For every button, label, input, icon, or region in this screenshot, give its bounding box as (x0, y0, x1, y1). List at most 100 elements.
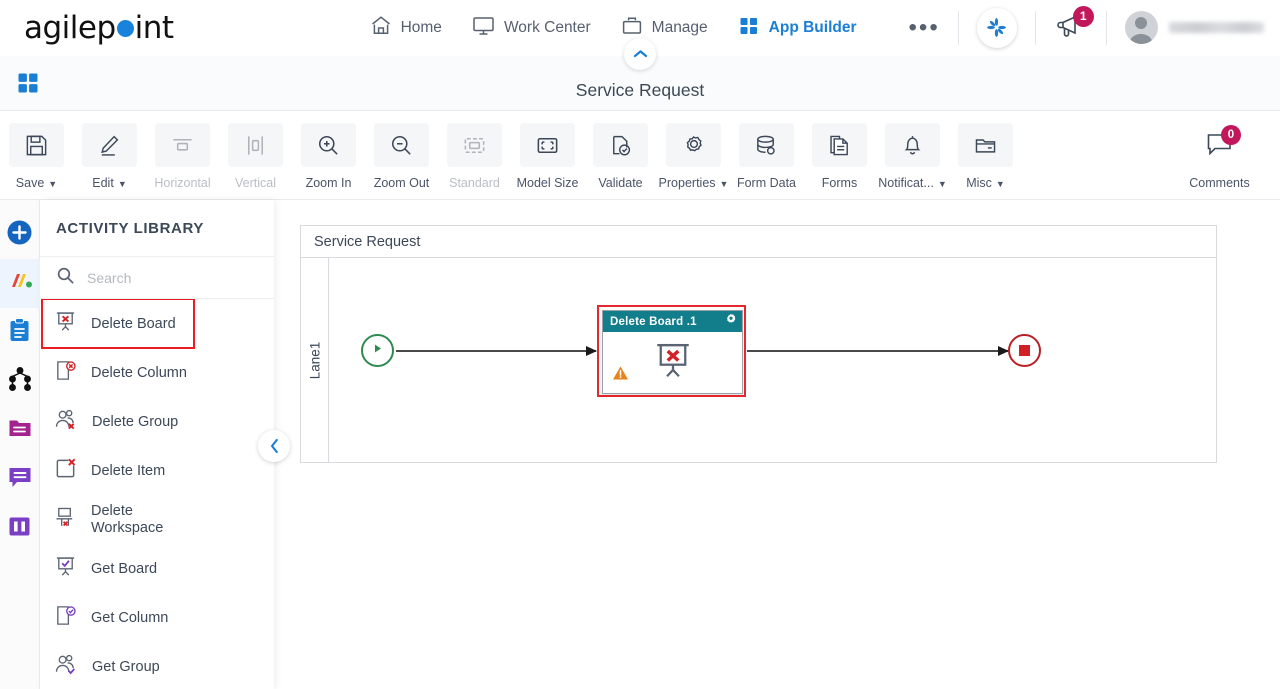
nav-label-manage: Manage (651, 18, 708, 36)
notifications-button[interactable]: 1 (1054, 5, 1094, 46)
toolbar-misc-button[interactable]: Misc ▼ (949, 119, 1022, 190)
rail-item-folder[interactable] (0, 406, 40, 455)
process-canvas[interactable]: Service Request Lane1 Delete Board .1 (274, 200, 1280, 689)
chevron-down-icon: ▼ (719, 179, 729, 189)
grid-icon (738, 15, 760, 41)
activity-item-delete-board[interactable]: Delete Board (41, 299, 195, 349)
document-icon (812, 123, 867, 167)
toolbar-standard-button[interactable]: Standard (438, 119, 511, 190)
nav-label-home: Home (400, 18, 442, 36)
rail-item-process-nodes[interactable] (0, 357, 40, 406)
toolbar-horizontal-label: Horizontal (154, 176, 211, 190)
swimlane-pool: Service Request Lane1 Delete Board .1 (300, 225, 1217, 463)
toolbar-form-data-button[interactable]: Form Data (730, 119, 803, 190)
main-navigation: Home Work Center Manage App Builder ••• (370, 15, 940, 41)
warning-triangle-icon (612, 365, 629, 386)
board-delete-icon (652, 339, 694, 386)
toolbar-comments-label: Comments (1189, 176, 1250, 190)
agilepoint-logo[interactable]: agilep int (24, 10, 174, 46)
toolbar-model-size-button[interactable]: Model Size (511, 119, 584, 190)
search-icon (56, 266, 75, 290)
header-divider-1 (957, 10, 959, 45)
collapse-header-button[interactable] (624, 38, 656, 70)
toolbar-edit-button[interactable]: Edit ▼ (73, 119, 146, 190)
item-delete-icon (54, 457, 77, 484)
comment-bubble-icon: 0 (1192, 123, 1247, 167)
pinwheel-icon[interactable] (976, 7, 1017, 48)
toolbar-misc-label: Misc ▼ (966, 176, 1005, 190)
toolbar-horizontal-button[interactable]: Horizontal (146, 119, 219, 190)
rail-item-add[interactable] (0, 210, 40, 259)
nav-item-app-builder[interactable]: App Builder (738, 15, 857, 41)
columns-icon (7, 514, 32, 544)
more-menu-button[interactable]: ••• (909, 15, 940, 39)
chevron-down-icon: ▼ (995, 179, 1005, 189)
database-icon (739, 123, 794, 167)
gear-icon[interactable] (724, 313, 737, 331)
left-icon-rail (0, 200, 40, 689)
header-divider-3 (1105, 10, 1107, 45)
board-get-icon (54, 555, 77, 582)
activity-search-row (40, 257, 274, 299)
panel-collapse-button[interactable] (258, 430, 290, 462)
notification-badge: 1 (1072, 5, 1094, 27)
zoom-in-icon (301, 123, 356, 167)
start-event[interactable] (361, 334, 394, 367)
toolbar-model-size-label: Model Size (516, 176, 579, 190)
search-input[interactable] (87, 269, 247, 286)
toolbar-save-button[interactable]: Save ▼ (0, 119, 73, 190)
activity-item-delete-group[interactable]: Delete Group (40, 397, 274, 446)
toolbar-vertical-label: Vertical (235, 176, 276, 190)
comments-badge: 0 (1221, 125, 1241, 145)
activity-item-get-column[interactable]: Get Column (40, 593, 274, 642)
activity-item-get-board[interactable]: Get Board (40, 544, 274, 593)
user-menu[interactable] (1124, 11, 1264, 44)
logo-text-part1: agilep (24, 9, 116, 46)
rail-item-speech-bubble[interactable] (0, 455, 40, 504)
rail-item-stripes[interactable] (0, 259, 40, 308)
megaphone-icon (1054, 15, 1086, 46)
activity-body (603, 332, 742, 393)
activity-delete-board[interactable]: Delete Board .1 (602, 310, 743, 394)
sequence-flow-start-to-activity (396, 346, 597, 355)
toolbar-comments-button[interactable]: 0 Comments (1183, 119, 1256, 190)
activity-list: Delete Board Delete Column Delete Group … (40, 299, 274, 689)
activity-item-delete-column[interactable]: Delete Column (40, 348, 274, 397)
toolbar-edit-label: Edit ▼ (92, 176, 127, 190)
activity-selection-border: Delete Board .1 (597, 305, 746, 397)
nav-item-manage[interactable]: Manage (621, 15, 708, 41)
toolbar-form-data-label: Form Data (736, 176, 797, 190)
toolbar-zoom-in-button[interactable]: Zoom In (292, 119, 365, 190)
header-divider-2 (1034, 10, 1036, 45)
toolbar-notifications-button[interactable]: Notificat... ▼ (876, 119, 949, 190)
toolbar-properties-button[interactable]: Properties ▼ (657, 119, 730, 190)
speech-bubble-icon (7, 465, 33, 495)
standard-size-icon (447, 123, 502, 167)
rail-item-columns[interactable] (0, 504, 40, 553)
vertical-align-icon (228, 123, 283, 167)
swimlane: Lane1 Delete Board .1 (301, 258, 1216, 463)
activity-item-delete-item[interactable]: Delete Item (40, 446, 274, 495)
toolbar-validate-button[interactable]: Validate (584, 119, 657, 190)
activity-item-get-group[interactable]: Get Group (40, 642, 274, 689)
gear-icon (666, 123, 721, 167)
activity-title: Delete Board .1 (610, 315, 697, 328)
toolbar-zoom-out-label: Zoom Out (373, 176, 430, 190)
process-nodes-icon (7, 366, 33, 397)
lane-body[interactable]: Delete Board .1 (329, 258, 1216, 463)
activity-label: Delete Column (91, 364, 187, 381)
activity-item-delete-workspace[interactable]: Delete Workspace (40, 495, 274, 544)
activity-label: Get Board (91, 560, 158, 577)
toolbar-vertical-button[interactable]: Vertical (219, 119, 292, 190)
rail-item-clipboard[interactable] (0, 308, 40, 357)
nav-item-home[interactable]: Home (370, 15, 442, 41)
nav-item-work-center[interactable]: Work Center (472, 15, 591, 41)
toolbar-forms-button[interactable]: Forms (803, 119, 876, 190)
chevron-down-icon: ▼ (48, 179, 58, 189)
end-event[interactable] (1008, 334, 1041, 367)
validate-icon (593, 123, 648, 167)
activity-library-title: ACTIVITY LIBRARY (40, 200, 274, 257)
folder-icon (958, 123, 1013, 167)
pool-title: Service Request (301, 226, 1216, 258)
toolbar-zoom-out-button[interactable]: Zoom Out (365, 119, 438, 190)
